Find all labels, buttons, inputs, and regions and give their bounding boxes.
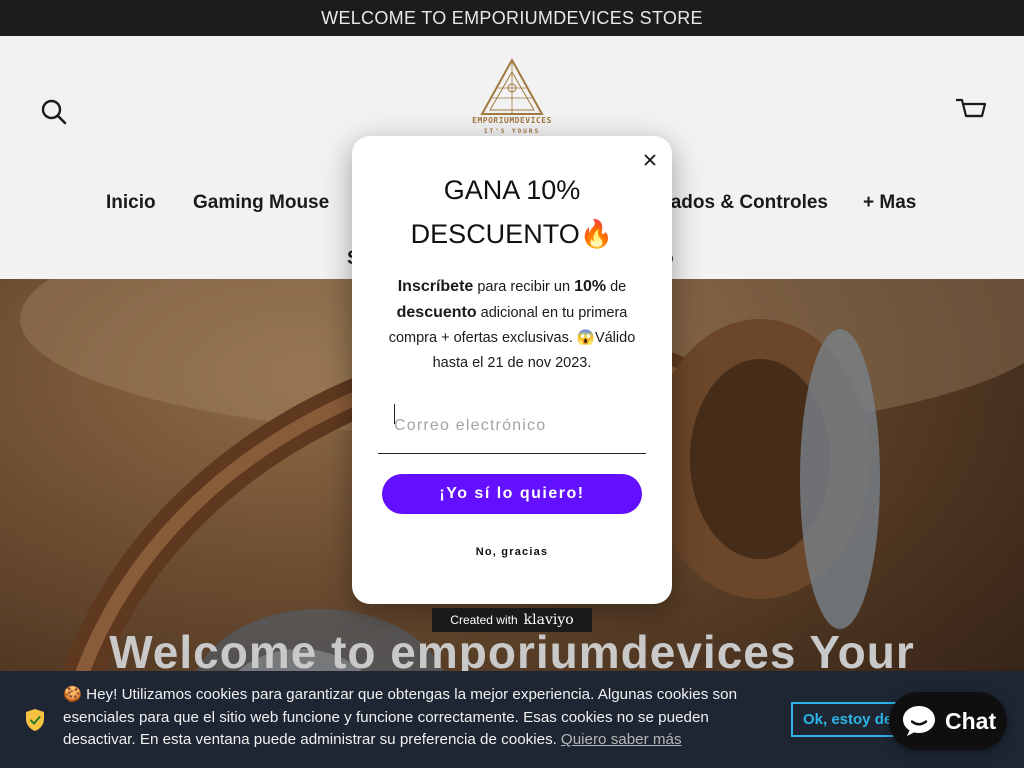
klaviyo-prefix: Created with xyxy=(450,613,518,627)
text-cursor xyxy=(394,404,395,424)
logo-wordmark: EMPORIUMDEVICES xyxy=(472,116,552,125)
announcement-text: WELCOME TO EMPORIUMDEVICES STORE xyxy=(321,7,703,28)
popup-body-strong-1: Inscríbete xyxy=(397,278,474,295)
cookie-learn-more-link[interactable]: Quiero saber más xyxy=(561,731,682,748)
decline-button[interactable]: No, gracias xyxy=(352,546,672,558)
logo-tagline: IT'S YOURS xyxy=(483,128,541,135)
cookie-banner: 🍪 Hey! Utilizamos cookies para garantiza… xyxy=(0,671,1024,768)
search-button[interactable] xyxy=(40,98,68,126)
popup-title-line2: DESCUENTO🔥 xyxy=(410,219,614,249)
search-icon xyxy=(41,99,67,125)
close-icon xyxy=(644,154,656,166)
cart-button[interactable] xyxy=(954,96,988,126)
klaviyo-badge[interactable]: Created with klaviyo xyxy=(432,608,592,632)
subscribe-button[interactable]: ¡Yo sí lo quiero! xyxy=(382,474,642,514)
store-logo[interactable]: EMPORIUMDEVICES IT'S YOURS xyxy=(452,57,572,138)
chat-bubble-icon xyxy=(903,706,935,736)
signup-popup: GANA 10% DESCUENTO🔥 Inscríbete para reci… xyxy=(352,136,672,604)
shield-check-icon xyxy=(26,709,44,731)
popup-body-text-2: de xyxy=(606,279,627,295)
klaviyo-logo: klaviyo xyxy=(523,612,574,628)
cookie-message: 🍪 Hey! Utilizamos cookies para garantiza… xyxy=(63,684,783,752)
pyramid-logo-icon xyxy=(480,57,544,115)
popup-title: GANA 10% DESCUENTO🔥 xyxy=(352,168,672,256)
chat-label: Chat xyxy=(945,707,997,734)
nav-item-gaming-mouse[interactable]: Gaming Mouse xyxy=(193,192,329,214)
popup-description: Inscríbete para recibir un 10% de descue… xyxy=(382,274,642,376)
nav-item-mas[interactable]: + Mas xyxy=(863,192,916,214)
popup-body-strong-3: descuento xyxy=(396,304,477,321)
announcement-bar: WELCOME TO EMPORIUMDEVICES STORE xyxy=(0,0,1024,36)
cart-icon xyxy=(956,98,987,118)
nav-item-inicio[interactable]: Inicio xyxy=(106,192,156,214)
chat-launcher-button[interactable]: Chat xyxy=(889,692,1007,750)
popup-body-text-1: para recibir un xyxy=(473,279,575,295)
popup-body-strong-2: 10% xyxy=(574,278,607,295)
popup-close-button[interactable] xyxy=(640,150,660,170)
email-field[interactable] xyxy=(378,398,646,454)
popup-title-line1: GANA 10% xyxy=(443,175,581,205)
